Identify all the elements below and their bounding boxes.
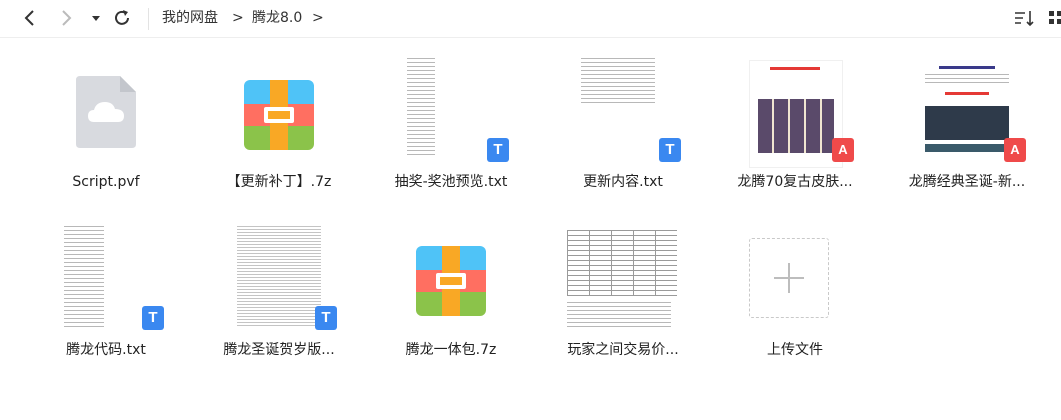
doc-preview xyxy=(567,230,677,330)
file-name: 腾龙圣诞贺岁版... xyxy=(223,342,335,358)
pdf-preview xyxy=(921,60,1013,166)
file-item[interactable]: Script.pvf xyxy=(20,46,192,206)
breadcrumb-separator: > xyxy=(232,10,244,26)
file-item[interactable]: T 腾龙代码.txt xyxy=(20,214,192,374)
file-name: 龙腾70复古皮肤... xyxy=(737,174,853,190)
pdf-badge-icon: A xyxy=(832,138,854,162)
file-name: Script.pvf xyxy=(72,174,140,190)
text-preview xyxy=(237,226,321,328)
upload-label: 上传文件 xyxy=(767,342,823,358)
file-name: 玩家之间交易价... xyxy=(567,342,679,358)
file-item[interactable]: 玩家之间交易价... xyxy=(537,214,709,374)
text-preview xyxy=(64,226,124,328)
file-item[interactable]: A 龙腾70复古皮肤... xyxy=(709,46,881,206)
file-name: 更新内容.txt xyxy=(583,174,663,190)
text-preview xyxy=(581,58,665,106)
sort-icon[interactable] xyxy=(1012,6,1036,30)
file-item[interactable]: 【更新补丁】.7z xyxy=(193,46,365,206)
archive-icon xyxy=(416,246,486,316)
upload-button[interactable] xyxy=(749,238,829,318)
file-name: 【更新补丁】.7z xyxy=(226,174,332,190)
plus-icon xyxy=(774,263,804,293)
txt-badge-icon: T xyxy=(142,306,164,330)
txt-badge-icon: T xyxy=(659,138,681,162)
grid-icon[interactable] xyxy=(1046,6,1061,30)
file-item[interactable]: T 更新内容.txt xyxy=(537,46,709,206)
text-preview xyxy=(407,58,451,158)
breadcrumb-separator: > xyxy=(312,10,324,26)
file-name: 龙腾经典圣诞-新... xyxy=(908,174,1026,190)
file-name: 腾龙代码.txt xyxy=(66,342,146,358)
chevron-right-icon[interactable] xyxy=(54,6,78,30)
cloud-file-icon xyxy=(74,74,138,150)
file-item[interactable]: A 龙腾经典圣诞-新... xyxy=(881,46,1053,206)
archive-icon xyxy=(244,80,314,150)
chevron-left-icon[interactable] xyxy=(18,6,42,30)
toolbar-divider xyxy=(148,8,149,30)
file-grid: Script.pvf 【更新补丁】.7z T 抽奖-奖池预览.txt T 更新内… xyxy=(0,38,1061,420)
file-item[interactable]: T 抽奖-奖池预览.txt xyxy=(365,46,537,206)
breadcrumb-root[interactable]: 我的网盘 xyxy=(162,8,218,28)
file-item[interactable]: 腾龙一体包.7z xyxy=(365,214,537,374)
txt-badge-icon: T xyxy=(487,138,509,162)
caret-down-icon[interactable] xyxy=(88,6,104,30)
pdf-badge-icon: A xyxy=(1004,138,1026,162)
breadcrumb-current[interactable]: 腾龙8.0 xyxy=(252,8,302,28)
pdf-preview xyxy=(749,60,843,168)
refresh-icon[interactable] xyxy=(110,6,134,30)
file-name: 抽奖-奖池预览.txt xyxy=(394,174,508,190)
toolbar: 我的网盘 > 腾龙8.0 > xyxy=(0,0,1061,38)
file-name: 腾龙一体包.7z xyxy=(405,342,497,358)
upload-item[interactable]: 上传文件 xyxy=(709,214,881,374)
txt-badge-icon: T xyxy=(315,306,337,330)
file-item[interactable]: T 腾龙圣诞贺岁版... xyxy=(193,214,365,374)
